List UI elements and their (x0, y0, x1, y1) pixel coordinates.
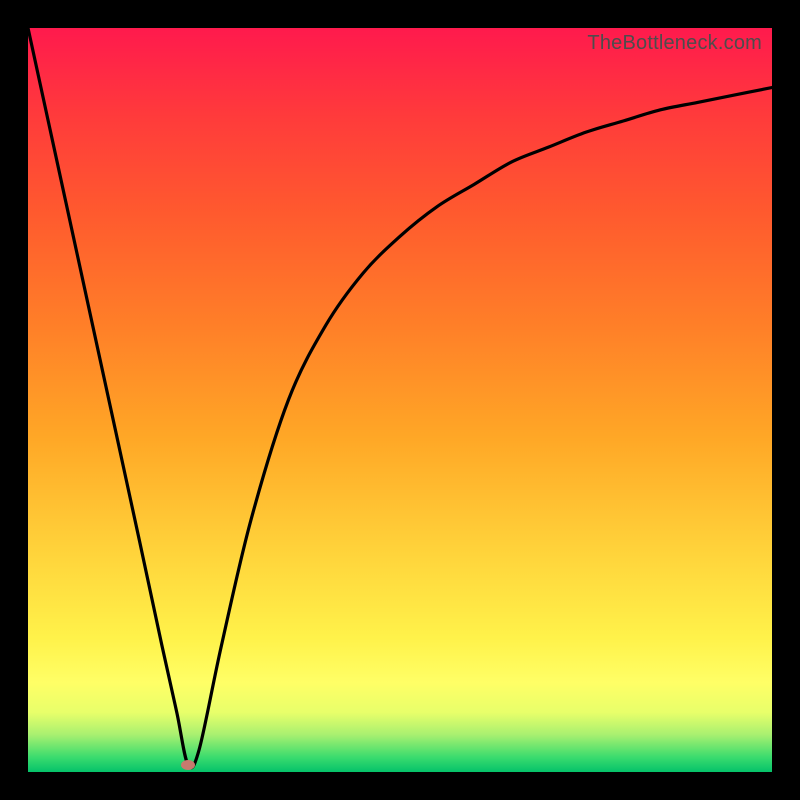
bottleneck-curve (28, 28, 772, 768)
min-dot (181, 760, 195, 770)
chart-frame: TheBottleneck.com (0, 0, 800, 800)
curve-svg (28, 28, 772, 772)
plot-area: TheBottleneck.com (28, 28, 772, 772)
